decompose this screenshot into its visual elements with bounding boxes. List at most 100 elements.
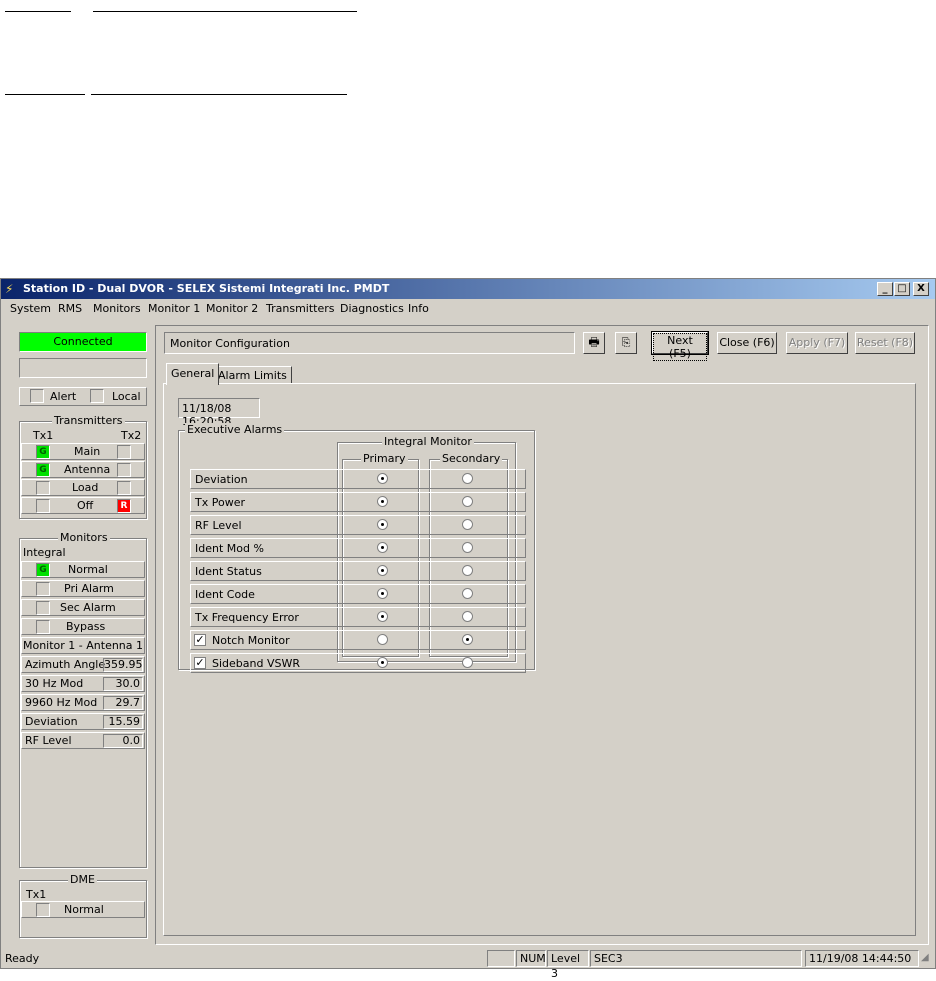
value-row-9960hz: 9960 Hz Mod 29.7 xyxy=(21,694,145,711)
integral-label: Integral xyxy=(23,546,66,559)
deviation-value: 15.59 xyxy=(103,715,143,729)
30hz-mod-value: 30.0 xyxy=(103,677,143,691)
alarm-row-notch-monitor: ✓ Notch Monitor xyxy=(190,630,526,650)
dme-normal-label: Normal xyxy=(64,903,104,916)
next-button[interactable]: Next (F5) xyxy=(651,331,709,361)
alarm-row-sideband-vswr: ✓ Sideband VSWR xyxy=(190,653,526,673)
copy-button[interactable]: ⎘ xyxy=(615,332,637,354)
sideband-vswr-checkbox[interactable]: ✓ xyxy=(194,657,206,669)
tx2-main-led xyxy=(117,445,131,459)
menu-monitor-2[interactable]: Monitor 2 xyxy=(206,302,258,315)
status-datetime: 11/19/08 14:44:50 xyxy=(805,950,919,967)
monitor-row-pri-alarm: Pri Alarm xyxy=(21,580,145,597)
9960hz-mod-value: 29.7 xyxy=(103,696,143,710)
resize-grip-icon[interactable]: ◢ xyxy=(921,952,929,963)
panel-caption: Monitor Configuration xyxy=(164,332,575,354)
monitor-bypass-label: Bypass xyxy=(66,620,106,633)
alarm-row-ident-code: Ident Code xyxy=(190,584,526,604)
menu-system[interactable]: System xyxy=(10,302,51,315)
close-window-button[interactable]: X xyxy=(913,282,929,296)
rf-level-secondary-radio[interactable] xyxy=(462,519,473,530)
tx-frequency-error-primary-radio[interactable] xyxy=(377,611,388,622)
notch-monitor-secondary-radio[interactable] xyxy=(462,634,473,645)
notch-monitor-checkbox[interactable]: ✓ xyxy=(194,634,206,646)
timestamp-field: 11/18/08 16:20:58 xyxy=(178,398,260,428)
30hz-mod-label: 30 Hz Mod xyxy=(25,677,84,690)
tx-frequency-error-secondary-radio[interactable] xyxy=(462,611,473,622)
status-num: NUM xyxy=(516,950,546,967)
close-button[interactable]: Close (F6) xyxy=(717,332,777,354)
tab-general-label: General xyxy=(171,367,215,380)
tx1-antenna-led: G xyxy=(36,463,50,477)
blank-status-field xyxy=(19,358,147,378)
alarm-row-ident-status: Ident Status xyxy=(190,561,526,581)
tx2-header: Tx2 xyxy=(121,429,142,442)
ident-code-primary-radio[interactable] xyxy=(377,588,388,599)
primary-title: Primary xyxy=(361,452,408,465)
monitor-bypass-led xyxy=(36,620,50,634)
tx-antenna-label: Antenna xyxy=(64,463,111,476)
apply-button[interactable]: Apply (F7) xyxy=(786,332,848,354)
executive-alarms-title: Executive Alarms xyxy=(185,423,285,436)
menu-bar: System RMS Monitors Monitor 1 Monitor 2 … xyxy=(1,300,935,318)
maximize-button[interactable]: □ xyxy=(894,282,910,296)
copy-icon: ⎘ xyxy=(621,336,631,349)
header-rule-1a xyxy=(5,11,71,12)
menu-monitor-1[interactable]: Monitor 1 xyxy=(148,302,200,315)
deviation-secondary-radio[interactable] xyxy=(462,473,473,484)
tx-main-label: Main xyxy=(74,445,101,458)
sideband-vswr-secondary-radio[interactable] xyxy=(462,657,473,668)
monitor-row-sec-alarm: Sec Alarm xyxy=(21,599,145,616)
tx2-off-led: R xyxy=(117,499,131,513)
ident-code-secondary-radio[interactable] xyxy=(462,588,473,599)
tx1-main-led: G xyxy=(36,445,50,459)
tab-general[interactable]: General xyxy=(166,363,220,385)
tx-power-primary-radio[interactable] xyxy=(377,496,388,507)
sideband-vswr-primary-radio[interactable] xyxy=(377,657,388,668)
menu-info[interactable]: Info xyxy=(408,302,429,315)
secondary-title: Secondary xyxy=(440,452,503,465)
rf-level-primary-radio[interactable] xyxy=(377,519,388,530)
monitor-sec-alarm-label: Sec Alarm xyxy=(60,601,116,614)
ident-mod-secondary-radio[interactable] xyxy=(462,542,473,553)
alarm-row-rf-level: RF Level xyxy=(190,515,526,535)
value-row-deviation: Deviation 15.59 xyxy=(21,713,145,730)
tx-row-load: Load xyxy=(21,479,145,496)
value-row-30hz: 30 Hz Mod 30.0 xyxy=(21,675,145,692)
menu-transmitters[interactable]: Transmitters xyxy=(266,302,335,315)
title-bar[interactable]: ⚡ Station ID - Dual DVOR - SELEX Sistemi… xyxy=(1,279,935,299)
menu-diagnostics[interactable]: Diagnostics xyxy=(340,302,404,315)
monitor-pri-alarm-label: Pri Alarm xyxy=(64,582,114,595)
tab-alarm-limits-label: Alarm Limits xyxy=(218,369,287,382)
alarm-row-tx-power: Tx Power xyxy=(190,492,526,512)
menu-rms[interactable]: RMS xyxy=(58,302,82,315)
deviation-primary-radio[interactable] xyxy=(377,473,388,484)
alert-label: Alert xyxy=(50,390,77,403)
alarm-rf-level-label: RF Level xyxy=(195,519,242,532)
value-row-rf-level: RF Level 0.0 xyxy=(21,732,145,749)
dme-row-normal: Normal xyxy=(21,901,145,918)
reset-button[interactable]: Reset (F8) xyxy=(855,332,915,354)
ident-status-secondary-radio[interactable] xyxy=(462,565,473,576)
app-lightning-icon: ⚡ xyxy=(5,282,14,296)
ident-status-primary-radio[interactable] xyxy=(377,565,388,576)
value-row-azimuth: Azimuth Angle 359.95 xyxy=(21,656,145,673)
ident-mod-primary-radio[interactable] xyxy=(377,542,388,553)
menu-monitors[interactable]: Monitors xyxy=(93,302,141,315)
print-button[interactable]: 🖶 xyxy=(583,332,605,354)
minimize-button[interactable]: _ xyxy=(877,282,893,296)
tx-row-main: G Main xyxy=(21,443,145,460)
tx-power-secondary-radio[interactable] xyxy=(462,496,473,507)
tx1-off-led xyxy=(36,499,50,513)
monitor-subtitle-box: Monitor 1 - Antenna 1 xyxy=(21,637,145,654)
notch-monitor-primary-radio[interactable] xyxy=(377,634,388,645)
dme-normal-led xyxy=(36,903,50,917)
transmitters-title: Transmitters xyxy=(52,414,125,427)
status-sec: SEC3 xyxy=(590,950,802,967)
printer-icon: 🖶 xyxy=(588,335,600,349)
tx2-antenna-led xyxy=(117,463,131,477)
alarm-row-tx-frequency-error: Tx Frequency Error xyxy=(190,607,526,627)
azimuth-label: Azimuth Angle xyxy=(25,658,106,671)
tx1-load-led xyxy=(36,481,50,495)
rf-level-label: RF Level xyxy=(25,734,72,747)
